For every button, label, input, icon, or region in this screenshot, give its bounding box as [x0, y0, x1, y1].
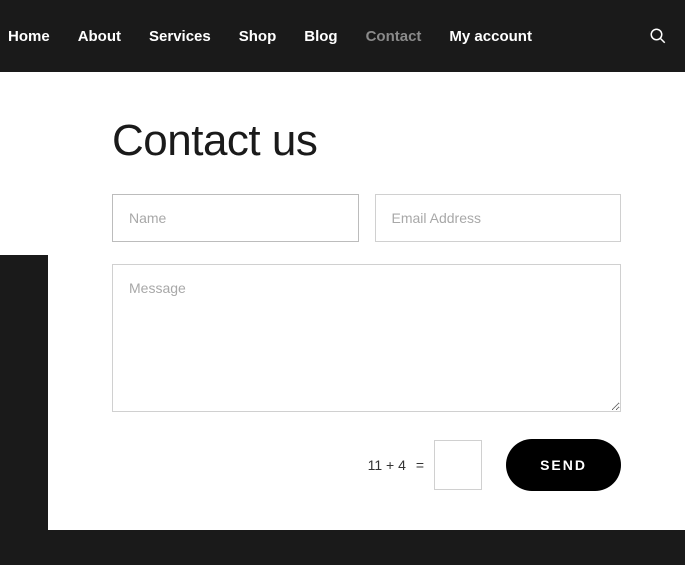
page-title: Contact us — [112, 116, 621, 166]
search-icon[interactable] — [649, 27, 667, 45]
name-input[interactable] — [112, 194, 359, 242]
captcha-input[interactable] — [434, 440, 482, 490]
form-row-top — [112, 194, 621, 242]
main-nav: Home About Services Shop Blog Contact My… — [0, 0, 685, 72]
nav-item-services[interactable]: Services — [149, 28, 211, 45]
email-input[interactable] — [375, 194, 622, 242]
message-textarea[interactable] — [112, 264, 621, 412]
nav-item-shop[interactable]: Shop — [239, 28, 277, 45]
nav-item-blog[interactable]: Blog — [304, 28, 337, 45]
nav-item-contact[interactable]: Contact — [366, 28, 422, 45]
captcha-question: 11 + 4 — [368, 457, 406, 473]
send-button[interactable]: SEND — [506, 439, 621, 491]
nav-item-about[interactable]: About — [78, 28, 121, 45]
captcha-equals: = — [416, 457, 424, 473]
form-bottom-row: 11 + 4 = SEND — [112, 439, 621, 491]
nav-item-home[interactable]: Home — [8, 28, 50, 45]
contact-card: Contact us 11 + 4 = SEND — [48, 72, 685, 530]
nav-item-my-account[interactable]: My account — [449, 28, 532, 45]
